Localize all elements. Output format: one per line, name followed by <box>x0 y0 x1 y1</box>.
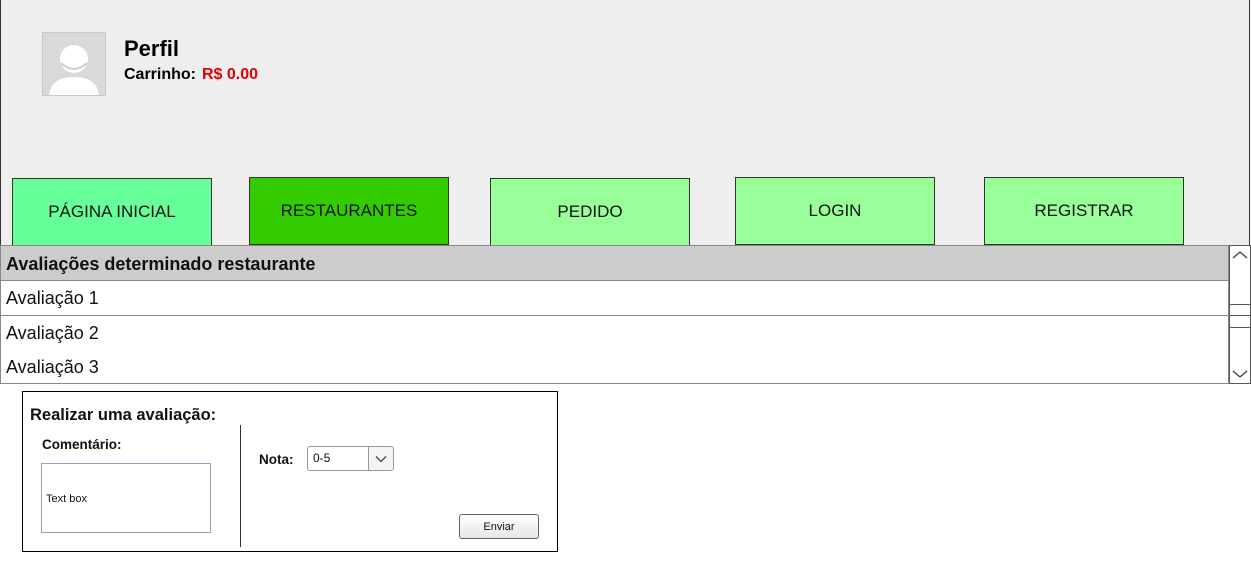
chevron-down-icon[interactable] <box>368 447 393 470</box>
nav-order-button[interactable]: PEDIDO <box>490 178 690 246</box>
nav-restaurants-button[interactable]: RESTAURANTES <box>249 177 449 245</box>
cart-label: Carrinho: <box>124 66 196 83</box>
user-avatar-icon[interactable] <box>42 32 106 96</box>
rating-label: Nota: <box>259 452 294 467</box>
reviews-list: Avaliações determinado restaurante Avali… <box>0 245 1251 384</box>
review-item[interactable]: Avaliação 1 <box>0 281 1229 316</box>
rating-select[interactable]: 0-5 <box>307 446 394 471</box>
profile-title: Perfil <box>124 36 180 61</box>
scroll-up-icon[interactable] <box>1230 246 1250 264</box>
review-item[interactable]: Avaliação 3 <box>0 350 1229 384</box>
reviews-scrollbar[interactable] <box>1229 245 1251 384</box>
review-form: Realizar uma avaliação: Comentário: Text… <box>22 391 558 552</box>
cart-value: R$ 0.00 <box>202 66 259 83</box>
review-item[interactable]: Avaliação 2 <box>0 316 1229 351</box>
nav-login-button[interactable]: LOGIN <box>735 177 935 245</box>
submit-button[interactable]: Enviar <box>459 514 539 539</box>
comment-label: Comentário: <box>42 437 122 452</box>
scroll-down-icon[interactable] <box>1230 365 1250 383</box>
form-divider <box>240 425 241 547</box>
nav-home-button[interactable]: PÁGINA INICIAL <box>12 178 212 246</box>
form-title: Realizar uma avaliação: <box>30 406 217 424</box>
cart-summary: Carrinho: R$ 0.00 <box>124 66 258 84</box>
scroll-thumb[interactable] <box>1230 304 1250 328</box>
rating-select-value: 0-5 <box>313 451 331 465</box>
comment-textbox[interactable]: Text box <box>41 463 211 533</box>
reviews-header: Avaliações determinado restaurante <box>0 245 1229 281</box>
nav-register-button[interactable]: REGISTRAR <box>984 177 1184 245</box>
